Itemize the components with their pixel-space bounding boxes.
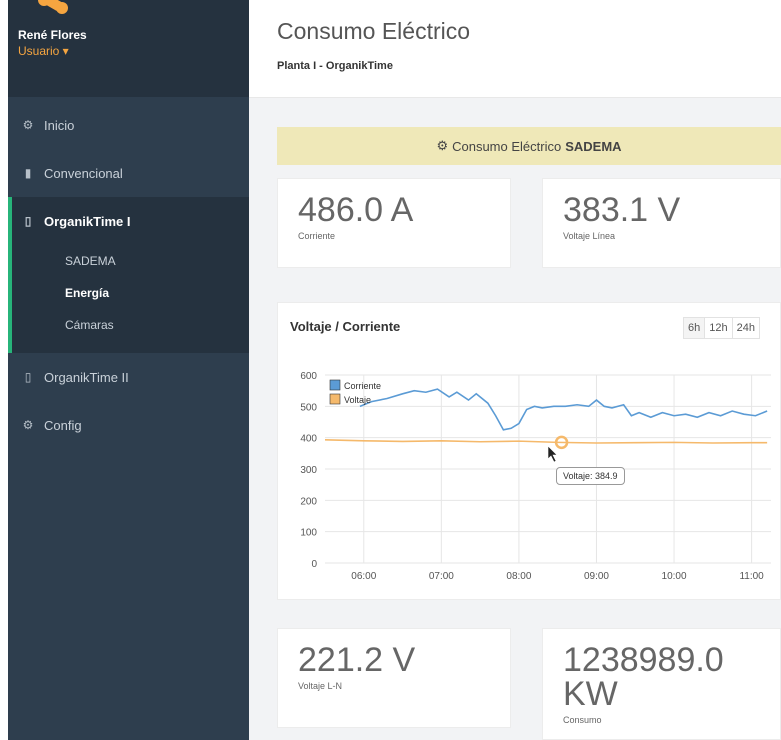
series-line-voltaje xyxy=(324,439,768,444)
y-tick-label: 100 xyxy=(300,528,317,539)
x-tick-label: 06:00 xyxy=(351,571,376,582)
metric-card-corriente: 486.0 A Corriente xyxy=(277,178,511,268)
legend-label: Corriente xyxy=(344,381,381,391)
y-tick-label: 200 xyxy=(300,496,317,507)
sidebar-item-label: Convencional xyxy=(44,165,123,181)
chart-tooltip: Voltaje: 384.9 xyxy=(556,467,625,485)
gears-icon: ⚙ xyxy=(22,418,34,432)
page-title: Consumo Eléctrico xyxy=(277,18,471,44)
y-tick-label: 500 xyxy=(300,402,317,413)
user-name: René Flores xyxy=(18,28,87,42)
line-chart[interactable]: 0 100 200 300 400 500 600 06:00 07:00 08:00 09:00 1… xyxy=(278,303,781,601)
metric-value: 221.2 V xyxy=(298,641,416,679)
sidebar-item-label: Inicio xyxy=(44,117,75,133)
page-subtitle: Planta I - OrganikTime xyxy=(277,60,393,72)
x-tick-label: 10:00 xyxy=(662,571,687,582)
sidebar-item-label: OrganikTime II xyxy=(44,369,129,385)
chart-card: Voltaje / Corriente 6h 12h 24h 0 100 200 30… xyxy=(277,302,781,600)
sidebar-group-organiktime-1: ▯ OrganikTime I SADEMA Energía Cámaras xyxy=(8,197,249,353)
y-tick-label: 600 xyxy=(300,371,317,382)
building-icon: ▯ xyxy=(24,370,32,384)
banner-name: SADEMA xyxy=(565,138,622,154)
page-header: Consumo Eléctrico Planta I - OrganikTime xyxy=(249,0,781,98)
dashboard-icon: ⚙ xyxy=(436,138,449,153)
legend-swatch xyxy=(329,379,341,391)
x-tick-label: 11:00 xyxy=(739,571,764,582)
sidebar-nav: ⚙ Inicio ▮ Convencional ▯ OrganikTime I … xyxy=(8,101,249,449)
sidebar-item-config[interactable]: ⚙ Config xyxy=(8,401,249,449)
sidebar-item-label: Config xyxy=(44,417,82,433)
sidebar-item-inicio[interactable]: ⚙ Inicio xyxy=(8,101,249,149)
main-content: Consumo Eléctrico Planta I - OrganikTime… xyxy=(249,0,781,740)
banner-prefix: Consumo Eléctrico xyxy=(452,138,562,154)
dashboard-icon: ⚙ xyxy=(22,118,34,132)
x-tick-label: 07:00 xyxy=(429,571,454,582)
y-tick-label: 300 xyxy=(300,465,317,476)
mouse-cursor-icon xyxy=(547,445,558,463)
metric-value: 486.0 A xyxy=(298,191,414,229)
metric-label: Voltaje Línea xyxy=(563,231,616,241)
building-icon: ▮ xyxy=(24,166,32,180)
sidebar-item-organiktime-2[interactable]: ▯ OrganikTime II xyxy=(8,353,249,401)
sidebar-subitem-energia[interactable]: Energía xyxy=(12,277,249,309)
sidebar: René Flores Usuario ▾ ⚙ Inicio ▮ Convenc… xyxy=(8,0,249,740)
y-tick-label: 400 xyxy=(300,434,317,445)
legend-swatch xyxy=(329,393,341,405)
metric-label: Voltaje L-N xyxy=(298,681,343,691)
sidebar-item-label: OrganikTime I xyxy=(44,213,131,229)
legend-label: Voltaje xyxy=(344,395,371,405)
metric-card-consumo: 1238989.0 KW Consumo xyxy=(542,628,781,740)
sidebar-profile: René Flores Usuario ▾ xyxy=(8,0,249,97)
metric-card-voltaje-ln: 221.2 V Voltaje L-N xyxy=(277,628,511,728)
metric-label: Consumo xyxy=(563,715,602,725)
metric-value: 1238989.0 KW xyxy=(563,641,724,713)
logo-icon xyxy=(38,0,68,14)
section-banner: ⚙ Consumo Eléctrico SADEMA xyxy=(277,127,781,165)
sidebar-item-convencional[interactable]: ▮ Convencional xyxy=(8,149,249,197)
user-role-dropdown[interactable]: Usuario ▾ xyxy=(18,44,69,58)
x-tick-label: 08:00 xyxy=(506,571,531,582)
sidebar-item-organiktime-1[interactable]: ▯ OrganikTime I xyxy=(12,197,249,245)
metric-card-voltaje-linea: 383.1 V Voltaje Línea xyxy=(542,178,781,268)
metric-label: Corriente xyxy=(298,231,336,241)
building-icon: ▯ xyxy=(24,214,32,228)
metric-value: 383.1 V xyxy=(563,191,681,229)
y-tick-label: 0 xyxy=(311,559,317,570)
sidebar-subitem-sadema[interactable]: SADEMA xyxy=(12,245,249,277)
series-line-corriente xyxy=(359,388,768,431)
x-tick-label: 09:00 xyxy=(584,571,609,582)
sidebar-subitem-camaras[interactable]: Cámaras xyxy=(12,309,249,341)
